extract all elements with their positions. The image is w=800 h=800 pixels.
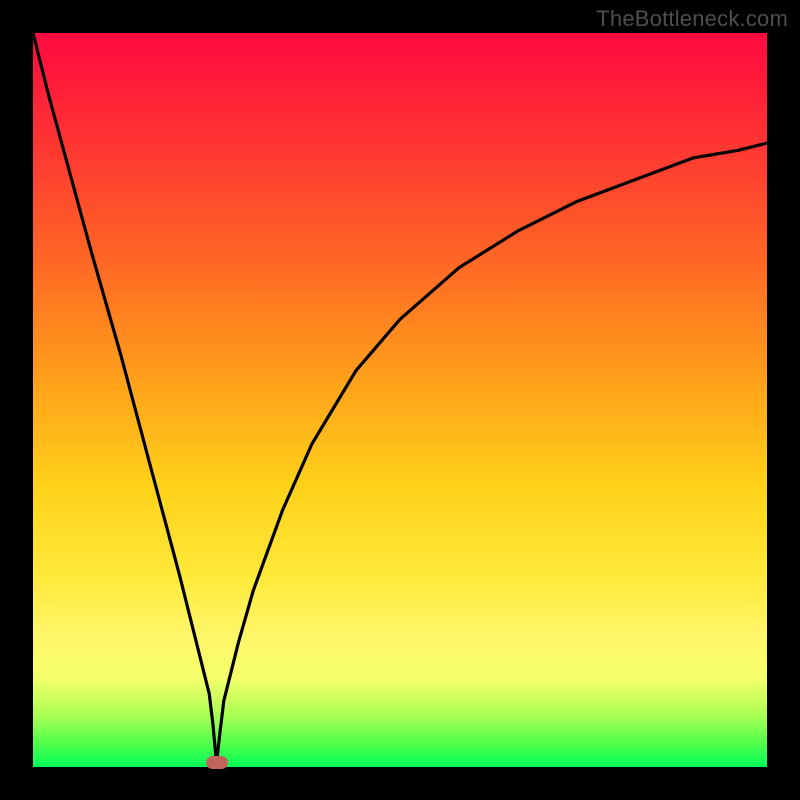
minimum-marker <box>206 756 228 769</box>
chart-frame: TheBottleneck.com <box>0 0 800 800</box>
watermark-text: TheBottleneck.com <box>596 6 788 32</box>
plot-area <box>33 33 767 767</box>
curve-svg <box>33 33 767 767</box>
bottleneck-curve <box>33 33 767 763</box>
